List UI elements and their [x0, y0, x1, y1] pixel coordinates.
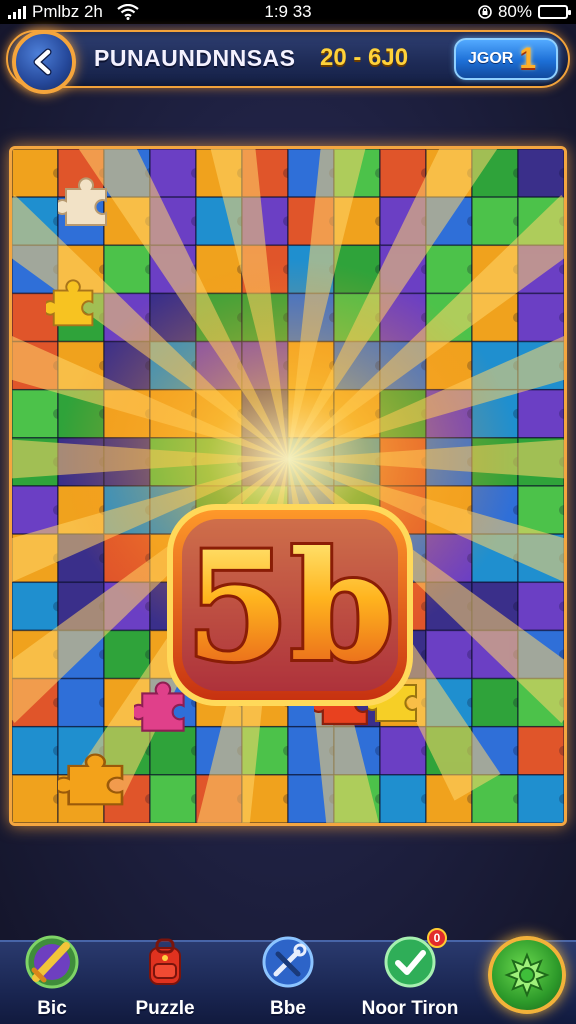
score-label: JGOR	[468, 50, 514, 67]
level-number-badge: 5b	[167, 504, 413, 706]
nav-label: Puzzle	[135, 998, 195, 1019]
score-value: 1	[519, 42, 537, 75]
level-range: 20 - 6J0	[320, 44, 409, 71]
game-title: PUNAUNDNNSAS	[94, 45, 296, 71]
status-left: Pmlbz 2h	[8, 2, 139, 22]
nav-label: Bbe	[270, 998, 306, 1019]
nav-label: Bic	[37, 998, 67, 1019]
puzzle-board[interactable]: 5b	[9, 146, 567, 826]
score-pill[interactable]: JGOR 1	[454, 38, 558, 80]
nav-item-bic[interactable]: Bic	[0, 932, 107, 1024]
signal-icon	[8, 5, 26, 19]
bottom-navigation: Bic Puzzle Bbe 0 Noor Tiron	[0, 928, 576, 1024]
loose-puzzle-piece[interactable]	[46, 277, 104, 335]
nav-item-noor-tiron[interactable]: 0 Noor Tiron	[355, 928, 465, 1024]
backpack-icon	[149, 938, 181, 985]
status-right: 80%	[478, 2, 571, 22]
rotation-lock-icon	[478, 5, 492, 19]
carrier-label: Pmlbz 2h	[32, 2, 103, 21]
puzzle-star-icon	[504, 952, 550, 998]
sword-icon	[25, 935, 79, 989]
nav-label: Noor Tiron	[361, 998, 459, 1019]
nav-item-puzzle[interactable]: Puzzle	[110, 932, 220, 1024]
play-button[interactable]	[488, 936, 566, 1014]
battery-icon	[538, 5, 571, 19]
nav-item-bbe[interactable]: Bbe	[233, 932, 343, 1024]
back-arrow-icon	[33, 48, 52, 76]
loose-puzzle-piece[interactable]	[58, 751, 138, 815]
notification-badge: 0	[427, 928, 447, 948]
tools-icon	[262, 936, 314, 988]
wifi-icon	[117, 4, 139, 20]
header-bar: PUNAUNDNNSAS 20 - 6J0 JGOR 1	[6, 30, 570, 94]
loose-puzzle-piece[interactable]	[58, 175, 118, 235]
level-number: 5b	[185, 519, 394, 695]
status-bar: Pmlbz 2h 1:9 33 80%	[0, 0, 576, 24]
back-button[interactable]	[12, 30, 76, 94]
battery-percent: 80%	[497, 2, 532, 21]
